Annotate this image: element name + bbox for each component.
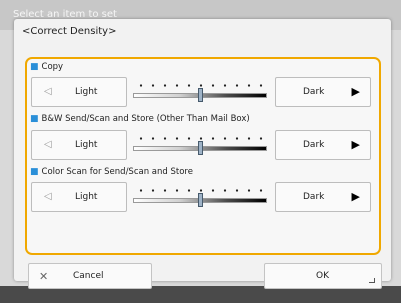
section-label-text: B&W Send/Scan and Store (Other Than Mail…: [41, 114, 250, 124]
corner-icon: [369, 278, 375, 283]
density-row-bw-send: ◁ Light Dark ▶: [31, 130, 372, 160]
light-icon: ◁: [44, 191, 52, 202]
correct-density-dialog: <Correct Density> ■ Copy ◁ Light Dark ▶ ■…: [14, 19, 391, 289]
bullet-icon: ■: [30, 167, 39, 177]
slider-thumb[interactable]: [197, 193, 203, 207]
dark-button-bw-send[interactable]: Dark ▶: [275, 130, 371, 160]
section-label-bw-send: ■ B&W Send/Scan and Store (Other Than Mai…: [30, 114, 250, 124]
density-row-copy: ◁ Light Dark ▶: [31, 77, 372, 107]
slider-scale-dots: [135, 137, 267, 140]
light-button-bw-send[interactable]: ◁ Light: [31, 130, 127, 160]
light-button-label: Light: [75, 192, 98, 202]
ok-button[interactable]: OK: [264, 263, 382, 289]
light-button-label: Light: [75, 87, 98, 97]
density-settings-group: ■ Copy ◁ Light Dark ▶ ■ B&W Send/Scan and …: [25, 57, 381, 255]
slider-thumb[interactable]: [197, 141, 203, 155]
light-button-label: Light: [75, 140, 98, 150]
dialog-title: <Correct Density>: [22, 26, 117, 37]
ok-button-label: OK: [316, 271, 329, 281]
light-icon: ◁: [44, 139, 52, 150]
dark-button-color-scan[interactable]: Dark ▶: [275, 182, 371, 212]
dark-icon: ▶: [351, 190, 360, 203]
dark-button-label: Dark: [303, 87, 325, 97]
section-label-text: Copy: [41, 62, 64, 72]
dark-button-label: Dark: [303, 140, 325, 150]
density-slider-copy[interactable]: [131, 77, 271, 107]
dark-button-label: Dark: [303, 192, 325, 202]
density-slider-bw-send[interactable]: [131, 130, 271, 160]
slider-scale-dots: [135, 189, 267, 192]
section-label-copy: ■ Copy: [30, 62, 63, 72]
cancel-button-label: Cancel: [73, 271, 104, 281]
light-icon: ◁: [44, 86, 52, 97]
light-button-color-scan[interactable]: ◁ Light: [31, 182, 127, 212]
light-button-copy[interactable]: ◁ Light: [31, 77, 127, 107]
density-slider-color-scan[interactable]: [131, 182, 271, 212]
section-label-text: Color Scan for Send/Scan and Store: [41, 167, 193, 177]
dark-button-copy[interactable]: Dark ▶: [275, 77, 371, 107]
section-label-color-scan: ■ Color Scan for Send/Scan and Store: [30, 167, 193, 177]
dark-icon: ▶: [351, 138, 360, 151]
density-row-color-scan: ◁ Light Dark ▶: [31, 182, 372, 212]
slider-thumb[interactable]: [197, 88, 203, 102]
cancel-button[interactable]: ✕ Cancel: [28, 263, 152, 289]
close-icon: ✕: [39, 270, 49, 283]
bullet-icon: ■: [30, 62, 39, 72]
dark-icon: ▶: [351, 85, 360, 98]
slider-scale-dots: [135, 84, 267, 87]
bullet-icon: ■: [30, 114, 39, 124]
